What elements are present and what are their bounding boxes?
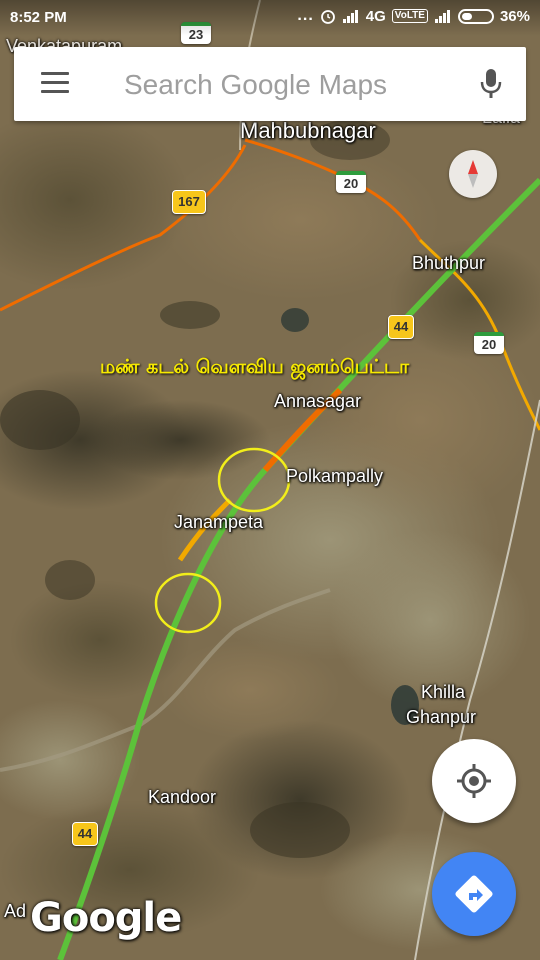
network-type: 4G [365, 7, 386, 25]
road-shield-167: 167 [172, 190, 206, 214]
battery-percent: 36% [499, 7, 530, 25]
place-label-polkampally[interactable]: Polkampally [286, 466, 383, 487]
hamburger-menu-icon[interactable] [41, 72, 69, 96]
signal-icon [434, 10, 450, 23]
my-location-icon [457, 764, 491, 798]
status-bar: 8:52 PM ... 4G VoLTE 36% [0, 0, 540, 36]
tamil-annotation: மண் கடல் வெளவிய ஜனம்பெட்டா [100, 356, 410, 378]
battery-icon [457, 8, 494, 24]
google-logo: Google [30, 895, 182, 941]
place-label-bhuthpur[interactable]: Bhuthpur [412, 253, 485, 274]
my-location-button[interactable] [432, 739, 516, 823]
directions-icon [455, 875, 493, 913]
place-label-ghanpur[interactable]: Ghanpur [406, 707, 476, 728]
place-label-ad: Ad [4, 901, 27, 921]
road-shield-20: 20 [336, 171, 366, 193]
signal-icon [342, 10, 358, 23]
directions-button[interactable] [432, 852, 516, 936]
status-time: 8:52 PM [10, 9, 67, 26]
place-label-kandoor[interactable]: Kandoor [148, 787, 216, 808]
microphone-icon[interactable] [478, 67, 504, 101]
notification-dots: ... [297, 7, 314, 24]
search-input[interactable] [122, 67, 456, 103]
place-label-janampeta[interactable]: Janampeta [174, 512, 263, 533]
alarm-icon [320, 10, 335, 24]
place-label-khilla[interactable]: Khilla [421, 682, 465, 703]
compass-button[interactable] [449, 150, 497, 198]
compass-icon [468, 160, 478, 188]
place-label-mahbubnagar[interactable]: Mahbubnagar [240, 118, 376, 144]
volte-badge: VoLTE [391, 9, 428, 23]
road-shield-44: 44 [72, 822, 98, 846]
road-shield-44: 44 [388, 315, 414, 339]
place-label-annasagar[interactable]: Annasagar [274, 391, 361, 412]
search-bar [14, 47, 526, 121]
road-shield-20: 20 [474, 332, 504, 354]
